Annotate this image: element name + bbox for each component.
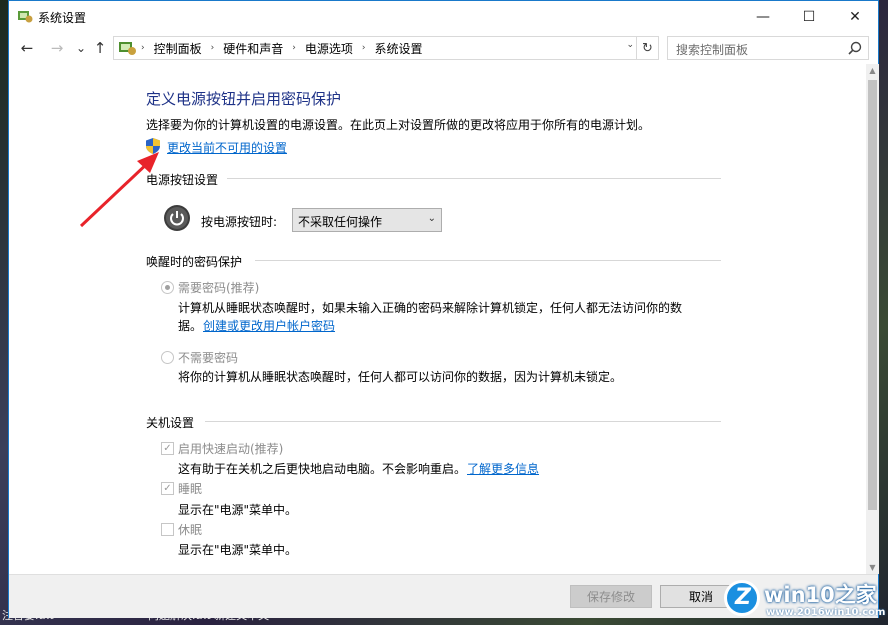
address-bar[interactable]: › 控制面板 › 硬件和声音 › 电源选项 › 系统设置 ⌄ ↻	[113, 36, 659, 60]
require-password-description-cont: 据。	[178, 319, 203, 333]
sleep-label[interactable]: 睡眠	[178, 480, 202, 497]
scrollbar-thumb[interactable]	[868, 80, 877, 510]
learn-more-link[interactable]: 了解更多信息	[467, 460, 539, 477]
close-button[interactable]: ✕	[832, 1, 878, 32]
control-panel-icon	[119, 42, 136, 55]
refresh-button[interactable]: ↻	[636, 37, 658, 59]
section-divider	[227, 178, 721, 179]
breadcrumb-separator: ›	[361, 43, 366, 53]
require-password-description: 计算机从睡眠状态唤醒时，如果未输入正确的密码来解除计算机锁定，任何人都无法访问你…	[178, 301, 683, 315]
breadcrumb-separator: ›	[210, 43, 215, 53]
scroll-up-arrow[interactable]: ▲	[866, 64, 879, 77]
shutdown-section-title: 关机设置	[146, 416, 195, 430]
minimize-button[interactable]: —	[740, 1, 786, 32]
search-box[interactable]: 搜索控制面板	[667, 36, 869, 60]
no-password-description: 将你的计算机从睡眠状态唤醒时，任何人都可以访问你的数据，因为计算机未锁定。	[178, 370, 623, 384]
hibernate-description: 显示在"电源"菜单中。	[178, 543, 298, 557]
power-button-label: 按电源按钮时:	[201, 215, 278, 229]
search-placeholder: 搜索控制面板	[676, 43, 749, 57]
page-title: 定义电源按钮并启用密码保护	[146, 90, 342, 108]
sleep-description: 显示在"电源"菜单中。	[178, 503, 298, 517]
window-title: 系统设置	[38, 11, 87, 25]
power-button-action-dropdown[interactable]: 不采取任何操作 ⌄	[292, 208, 442, 232]
no-password-radio[interactable]	[161, 351, 174, 364]
chevron-down-icon: ⌄	[427, 213, 436, 224]
maximize-button[interactable]: ☐	[786, 1, 832, 32]
page-description: 选择要为你的计算机设置的电源设置。在此页上对设置所做的更改将应用于你所有的电源计…	[146, 118, 651, 132]
title-bar[interactable]: 系统设置 — ☐ ✕	[9, 1, 878, 32]
scroll-down-arrow[interactable]: ▼	[866, 561, 879, 574]
forward-button[interactable]: →	[48, 39, 66, 57]
recent-locations-button[interactable]: ⌄	[72, 39, 90, 57]
power-button-action-value: 不采取任何操作	[298, 215, 383, 229]
require-password-label[interactable]: 需要密码(推荐)	[178, 279, 259, 296]
hibernate-checkbox[interactable]	[161, 523, 174, 536]
require-password-radio[interactable]	[161, 281, 174, 294]
breadcrumb-hardware-sound[interactable]: 硬件和声音	[223, 40, 283, 57]
navigation-bar: ← → ⌄ ↑ › 控制面板 › 硬件和声音 › 电源选项 › 系统设置 ⌄ ↻…	[9, 32, 878, 64]
win10-watermark: Z win10之家 www.2016win10.com	[720, 574, 888, 625]
watermark-url: www.2016win10.com	[766, 607, 886, 618]
password-section-title: 唤醒时的密码保护	[146, 255, 243, 269]
breadcrumb-control-panel[interactable]: 控制面板	[154, 40, 202, 57]
create-account-password-link[interactable]: 创建或更改用户帐户密码	[203, 317, 335, 334]
no-password-label[interactable]: 不需要密码	[178, 349, 238, 366]
fast-startup-description: 这有助于在关机之后更快地启动电脑。不会影响重启。	[178, 462, 467, 476]
fast-startup-label[interactable]: 启用快速启动(推荐)	[178, 440, 283, 457]
save-changes-button[interactable]: 保存修改	[570, 585, 652, 608]
watermark-title: win10之家	[764, 583, 877, 607]
hibernate-label[interactable]: 休眠	[178, 521, 202, 538]
system-settings-window: 系统设置 — ☐ ✕ ← → ⌄ ↑ › 控制面板 › 硬件和声音 › 电源选项…	[8, 0, 879, 618]
sleep-checkbox[interactable]: ✓	[161, 482, 174, 495]
vertical-scrollbar[interactable]: ▲ ▼	[866, 64, 879, 574]
fast-startup-checkbox[interactable]: ✓	[161, 442, 174, 455]
power-button-icon	[164, 205, 190, 231]
section-divider	[205, 421, 721, 422]
breadcrumb-system-settings[interactable]: 系统设置	[374, 40, 422, 57]
annotation-arrow	[79, 152, 159, 228]
section-divider	[255, 260, 721, 261]
breadcrumb-power-options[interactable]: 电源选项	[305, 40, 353, 57]
breadcrumb-separator: ›	[292, 43, 296, 53]
control-panel-icon	[18, 11, 33, 23]
back-button[interactable]: ←	[18, 39, 36, 57]
change-unavailable-settings-link[interactable]: 更改当前不可用的设置	[167, 139, 287, 156]
breadcrumb-separator: ›	[141, 43, 145, 53]
win10-logo: Z	[724, 580, 760, 616]
up-button[interactable]: ↑	[91, 39, 109, 57]
search-icon[interactable]	[848, 41, 862, 55]
address-dropdown-button[interactable]: ⌄	[626, 40, 634, 50]
settings-content: 定义电源按钮并启用密码保护 选择要为你的计算机设置的电源设置。在此页上对设置所做…	[9, 64, 866, 574]
